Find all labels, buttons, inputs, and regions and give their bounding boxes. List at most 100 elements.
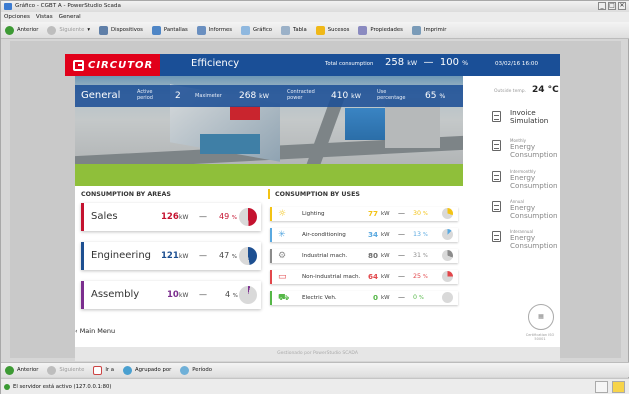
- datetime: 03/02/16 16:00: [495, 61, 539, 67]
- menu-bar: Opciones Vistas General: [1, 12, 629, 22]
- status-bar: El servidor está activo (127.0.0.1:80): [1, 378, 629, 394]
- status-text: El servidor está activo (127.0.0.1:80): [13, 384, 112, 390]
- group-icon: [123, 365, 133, 375]
- properties-button[interactable]: Propiedades: [358, 25, 403, 35]
- monitor-icon: ▭: [278, 272, 287, 282]
- report-icon: [196, 25, 206, 35]
- use-row-industrial-machinery[interactable]: ⚙ Industrial mach. 80 kW — 31 %: [270, 249, 458, 263]
- consumption-panel: CONSUMPTION BY AREAS CONSUMPTION BY USES…: [75, 186, 463, 361]
- print-icon: [411, 25, 421, 35]
- properties-icon: [358, 25, 368, 35]
- right-panel: Outside temp. 24 °C Invoice Simulation M…: [463, 76, 560, 361]
- document-icon: [492, 140, 501, 151]
- events-icon: [315, 25, 325, 35]
- chevron-down-icon[interactable]: ▾: [87, 27, 90, 33]
- general-summary-bar: General Active period 2 Maximeter 268 kW…: [75, 85, 463, 107]
- dashboard-header: CIRCUTOR Efficiency Total consumption 25…: [65, 54, 560, 76]
- use-row-electric-vehicles[interactable]: ⛟ Electric Veh. 0 kW — 0 %: [270, 291, 458, 305]
- main-menu-link[interactable]: ‹ Main Menu: [75, 327, 115, 335]
- pie-icon: [442, 271, 453, 282]
- menu-opciones[interactable]: Opciones: [4, 12, 30, 22]
- screens-button[interactable]: Pantallas: [151, 25, 188, 35]
- pie-icon: [239, 247, 257, 265]
- sun-icon: ☼: [278, 209, 287, 219]
- pie-icon: [442, 250, 453, 261]
- car-icon: ⛟: [278, 293, 290, 303]
- maximize-button[interactable]: □: [608, 2, 616, 10]
- reports-button[interactable]: Informes: [196, 25, 232, 35]
- circutor-logo-icon: [73, 59, 84, 71]
- document-icon: [492, 201, 501, 212]
- arrow-right-icon: [47, 365, 57, 375]
- menu-vistas[interactable]: Vistas: [36, 12, 53, 22]
- app-icon: [4, 3, 12, 10]
- interannual-consumption-link[interactable]: Interannual Energy Consumption: [492, 229, 560, 250]
- document-icon: [492, 231, 501, 242]
- document-icon: [492, 111, 501, 122]
- next-button[interactable]: Siguiente ▾: [47, 25, 90, 35]
- close-button[interactable]: ✕: [618, 2, 626, 10]
- pie-icon: [239, 286, 257, 304]
- active-period-value: 2: [175, 91, 181, 101]
- general-title: General: [81, 90, 121, 101]
- pie-icon: [442, 229, 453, 240]
- page-title: Efficiency: [191, 58, 240, 69]
- outside-temp-label: Outside temp.: [494, 89, 527, 94]
- server-status-icon: [4, 384, 10, 390]
- use-percentage-label: Use percentage: [377, 89, 406, 101]
- active-period-label: Active period: [137, 89, 153, 101]
- pie-icon: [442, 292, 453, 303]
- devices-icon: [99, 25, 109, 35]
- area-row-assembly[interactable]: Assembly 10 kW — 4 %: [81, 281, 261, 309]
- use-row-air-conditioning[interactable]: ✳ Air-conditioning 34 kW — 13 %: [270, 228, 458, 242]
- minimize-button[interactable]: _: [598, 2, 606, 10]
- areas-heading: CONSUMPTION BY AREAS: [81, 191, 171, 198]
- group-by-button[interactable]: Agrupado por: [123, 365, 171, 375]
- outside-temp-value: 24 °C: [532, 85, 559, 95]
- events-button[interactable]: Sucesos: [315, 25, 349, 35]
- goto-button[interactable]: Ir a: [93, 365, 114, 375]
- warning-icon[interactable]: [612, 381, 625, 393]
- screen-icon: [151, 25, 161, 35]
- calendar-icon: [93, 365, 103, 375]
- back-button[interactable]: Anterior: [5, 25, 38, 35]
- title-bar: Gráfico - CGBT A - PowerStudio Scada _ □…: [1, 1, 629, 12]
- window-controls: _ □ ✕: [598, 2, 626, 10]
- area-row-sales[interactable]: Sales 126 kW — 49 %: [81, 203, 261, 231]
- table-button[interactable]: Tabla: [281, 25, 307, 35]
- circutor-logo: CIRCUTOR: [65, 54, 160, 76]
- monthly-consumption-link[interactable]: Monthly Energy Consumption: [492, 138, 560, 159]
- invoice-simulation-link[interactable]: Invoice Simulation: [492, 109, 560, 125]
- chart-button[interactable]: Gráfico: [241, 25, 272, 35]
- use-percentage-value: 65 %: [425, 91, 446, 101]
- snowflake-icon: ✳: [278, 230, 286, 240]
- intermonthly-consumption-link[interactable]: Intermonthly Energy Consumption: [492, 169, 560, 190]
- use-row-non-industrial-machinery[interactable]: ▭ Non-industrial mach. 64 kW — 25 %: [270, 270, 458, 284]
- contracted-power-label: Contracted power: [287, 89, 315, 101]
- main-toolbar: Anterior Siguiente ▾ Dispositivos Pantall…: [1, 22, 629, 39]
- arrow-left-icon: [5, 365, 14, 375]
- arrow-right-icon: [47, 25, 57, 35]
- contracted-power-value: 410 kW: [331, 91, 361, 101]
- period-button[interactable]: Período: [180, 365, 212, 375]
- document-icon: [492, 171, 501, 182]
- arrow-left-icon: [5, 25, 14, 35]
- print-button[interactable]: Imprimir: [411, 25, 446, 35]
- footer-note: Gestionado por PowerStudio SCADA: [75, 347, 560, 361]
- status-indicators: [595, 381, 625, 393]
- area-row-engineering[interactable]: Engineering 121 kW — 47 %: [81, 242, 261, 270]
- bottom-back-button[interactable]: Anterior: [5, 365, 38, 375]
- pie-icon: [442, 208, 453, 219]
- gear-icon: ⚙: [278, 251, 287, 261]
- devices-button[interactable]: Dispositivos: [99, 25, 143, 35]
- total-consumption-label: Total consumption: [325, 61, 374, 67]
- status-panel: [595, 381, 608, 393]
- use-row-lighting[interactable]: ☼ Lighting 77 kW — 30 %: [270, 207, 458, 221]
- clock-icon: [180, 365, 190, 375]
- menu-general[interactable]: General: [59, 12, 81, 22]
- bottom-next-button[interactable]: Siguiente: [47, 365, 84, 375]
- total-consumption-value: 258 kW — 100 %: [385, 57, 469, 68]
- annual-consumption-link[interactable]: Annual Energy Consumption: [492, 199, 560, 220]
- maximeter-label: Maximeter: [195, 93, 222, 99]
- pie-icon: [239, 208, 257, 226]
